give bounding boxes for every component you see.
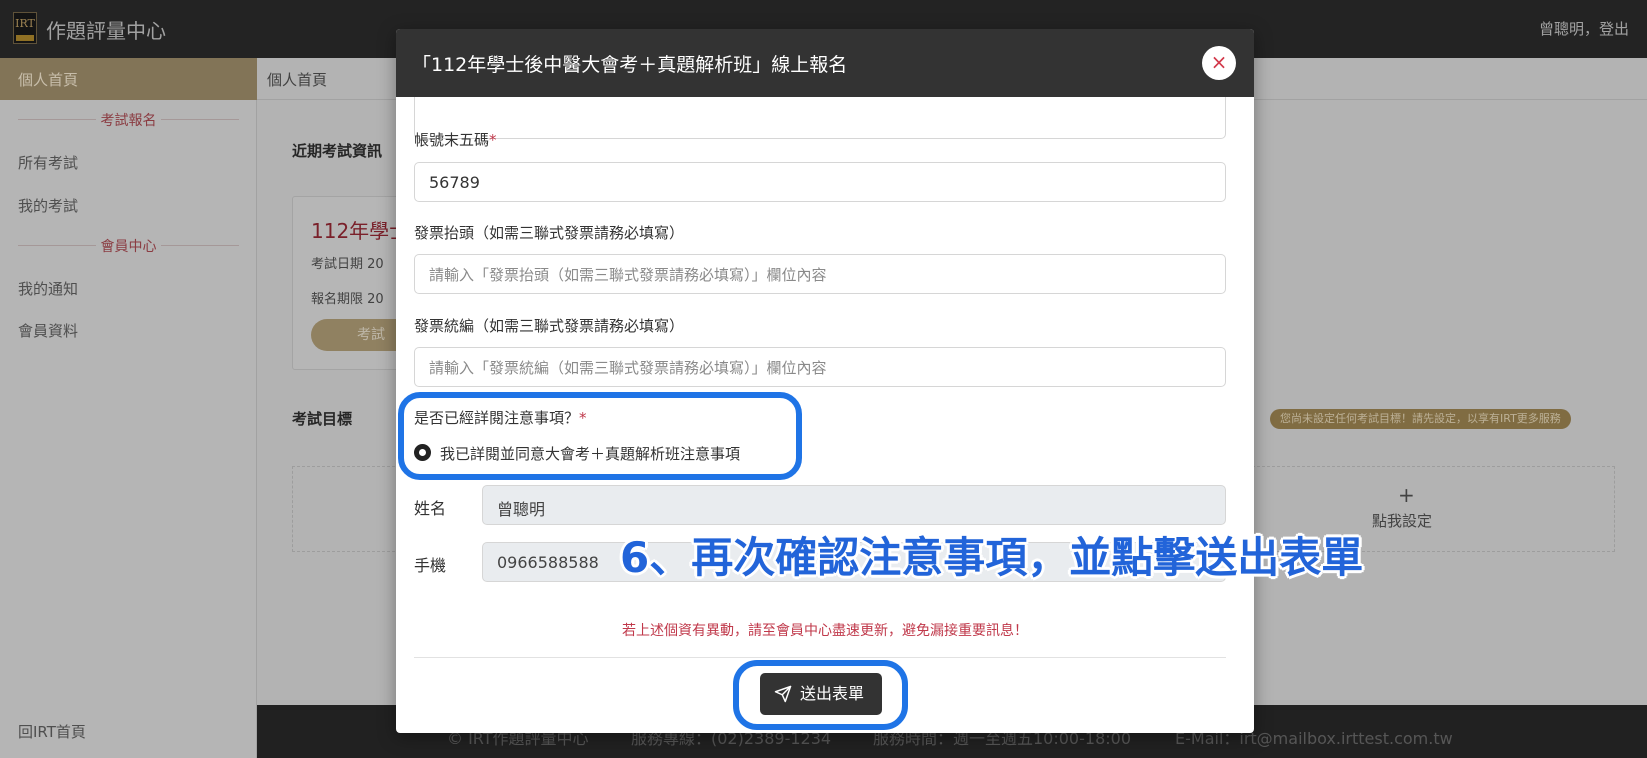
profile-update-notice: 若上述個資有異動，請至會員中心盡速更新，避免漏接重要訊息！: [622, 623, 1028, 639]
modal-header: 「112年學士後中醫大會考＋真題解析班」線上報名 ×: [396, 29, 1254, 97]
divider: [414, 657, 1226, 658]
name-label: 姓名: [414, 499, 447, 518]
registration-modal: 「112年學士後中醫大會考＋真題解析班」線上報名 × 帳號末五碼* 發票抬頭（如…: [396, 29, 1254, 733]
account-last5-input[interactable]: [414, 162, 1226, 202]
invoice-title-label: 發票抬頭（如需三聯式發票請務必填寫）: [414, 224, 685, 242]
invoice-title-input[interactable]: [414, 254, 1226, 294]
close-button[interactable]: ×: [1202, 46, 1236, 80]
invoice-id-label: 發票統編（如需三聯式發票請務必填寫）: [414, 317, 685, 335]
invoice-id-input[interactable]: [414, 347, 1226, 387]
phone-label: 手機: [414, 556, 447, 575]
name-field: 曾聰明: [482, 485, 1226, 525]
close-icon: ×: [1210, 50, 1228, 74]
modal-title: 「112年學士後中醫大會考＋真題解析班」線上報名: [412, 54, 848, 76]
required-mark: *: [489, 131, 497, 149]
submit-highlight-frame: [733, 660, 908, 730]
tutorial-caption: 6、再次確認注意事項，並點擊送出表單: [620, 533, 1364, 582]
account-label: 帳號末五碼*: [414, 131, 497, 149]
notice-highlight-frame: [398, 392, 802, 480]
